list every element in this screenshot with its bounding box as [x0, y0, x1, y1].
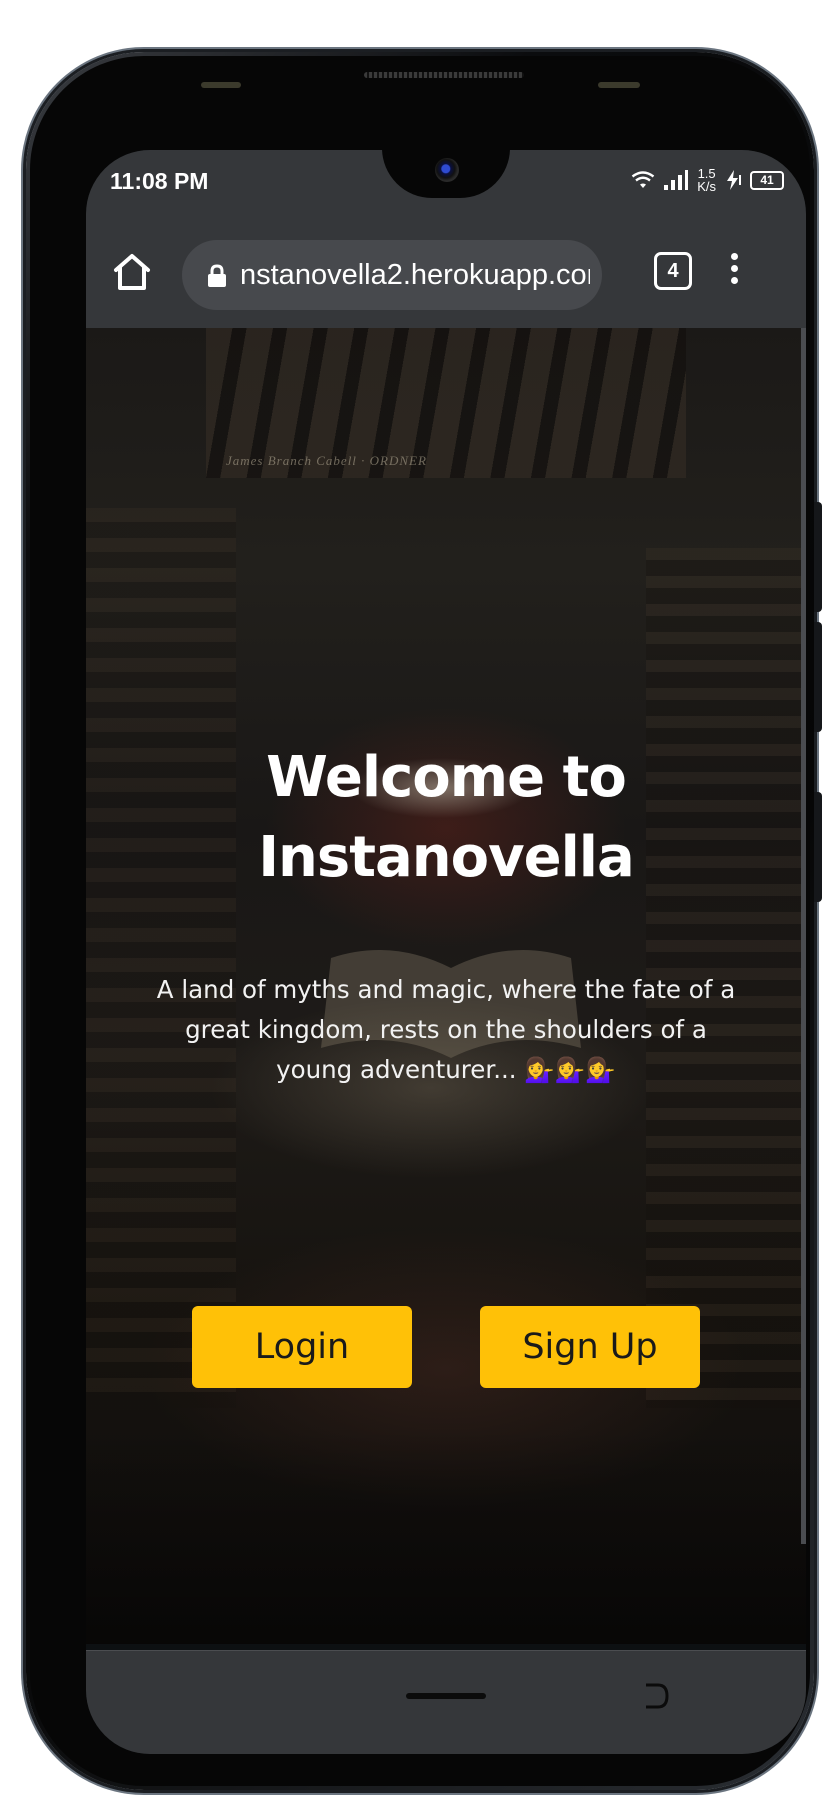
hero-subtitle: A land of myths and magic, where the fat…	[156, 975, 736, 1084]
sensor-right	[598, 82, 640, 88]
earpiece-speaker	[364, 72, 524, 78]
net-speed: 1.5 K/s	[697, 167, 716, 193]
background-fade	[86, 1428, 806, 1644]
wifi-icon	[631, 171, 655, 188]
screen: 11:08 PM 1.5 K/s 41 nstanovella2.herokua…	[86, 150, 806, 1754]
tab-switcher-button[interactable]: 4	[654, 252, 692, 290]
url-bar[interactable]: nstanovella2.herokuapp.com	[182, 240, 602, 310]
scrollbar[interactable]	[801, 328, 806, 1544]
browser-toolbar: nstanovella2.herokuapp.com 4	[86, 218, 806, 328]
home-gesture-pill[interactable]	[406, 1693, 486, 1699]
hero-section: Welcome to Instanovella A land of myths …	[86, 738, 806, 1090]
more-vert-icon[interactable]	[722, 248, 746, 296]
back-gesture-icon[interactable]	[642, 1681, 670, 1711]
signal-icon	[664, 170, 689, 190]
page-content: James Branch Cabell · ORDNER Welcome to …	[86, 328, 806, 1644]
home-icon[interactable]	[108, 248, 156, 296]
status-bar: 11:08 PM 1.5 K/s 41	[86, 150, 806, 218]
lock-icon	[208, 264, 226, 287]
power-button	[814, 792, 822, 902]
phone-frame: 11:08 PM 1.5 K/s 41 nstanovella2.herokua…	[26, 52, 822, 1790]
volume-down-button	[814, 622, 822, 732]
signup-button[interactable]: Sign Up	[480, 1306, 700, 1388]
url-text[interactable]: nstanovella2.herokuapp.com	[240, 259, 590, 292]
battery-icon: 41	[750, 170, 784, 190]
cta-buttons: Login Sign Up	[86, 1306, 806, 1390]
background-book-spine-text: James Branch Cabell · ORDNER	[226, 453, 427, 468]
status-icons: 1.5 K/s 41	[631, 160, 784, 200]
status-time: 11:08 PM	[110, 168, 209, 194]
page-title: Welcome to Instanovella	[258, 745, 635, 890]
net-speed-unit: K/s	[697, 179, 716, 194]
volume-up-button	[814, 502, 822, 612]
front-camera-icon	[435, 158, 459, 182]
sensor-left	[201, 82, 241, 88]
login-button[interactable]: Login	[192, 1306, 412, 1388]
gesture-nav-bar	[86, 1650, 806, 1754]
charging-icon	[727, 170, 741, 190]
